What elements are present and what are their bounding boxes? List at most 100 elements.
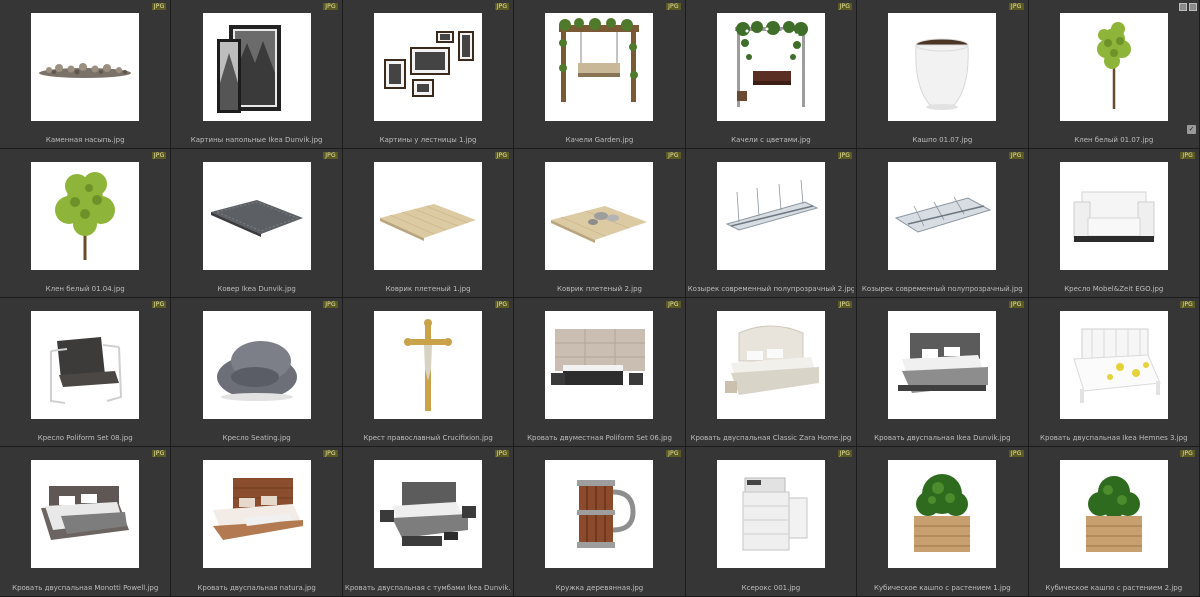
thumbnail-cell[interactable]: JPG Каменная насыпь.jpg (0, 0, 172, 149)
thumbnail-cell[interactable]: JPG Кровать двуспальная Classic Zara Home… (685, 298, 858, 447)
crucifix-thumbnail[interactable] (374, 311, 483, 419)
bed-classic-thumbnail[interactable] (716, 311, 825, 419)
stone-pile-thumbnail[interactable] (31, 13, 140, 121)
bed-dunvik-icon (898, 333, 989, 393)
thumbnail-cell[interactable]: JPG Кресло Mobel&Zeit EGO.jpg (1028, 149, 1200, 298)
file-name-label: Кубическое кашпо с растением 2.jpg (1045, 584, 1183, 592)
thumbnail-cell[interactable]: JPG Кубическое кашпо с растением 1.jpg (857, 447, 1029, 597)
file-name-label: Кровать двуспальная с тумбами Ikea Dunvi… (344, 584, 512, 592)
thumbnail-cell[interactable]: JPG Кашпо 01.07.jpg (857, 0, 1029, 149)
thumbnail-cell[interactable]: JPG Картины напольные Ikea Dunvik.jpg (171, 0, 343, 149)
file-name-label: Кровать двуспальная Ikea Hemnes 3.jpg (1040, 434, 1188, 442)
thumbnail-cell[interactable]: JPG Кровать двуспальная Ikea Hemnes 3.jpg (1028, 298, 1200, 447)
copier-thumbnail[interactable] (716, 460, 825, 568)
file-type-badge: JPG (494, 3, 510, 10)
canopy-thumbnail[interactable] (716, 162, 825, 270)
file-name-label: Каменная насыпь.jpg (45, 136, 125, 144)
thumbnail-cell[interactable]: JPG Качели с цветами.jpg (685, 0, 858, 149)
bed-powell-icon (41, 486, 130, 540)
file-type-badge: JPG (837, 3, 853, 10)
file-type-badge: JPG (494, 152, 510, 159)
canopy-icon (725, 179, 819, 231)
stone-pile-icon (39, 63, 132, 78)
thumbnail-cell[interactable]: JPG Картины у лестницы 1.jpg (342, 0, 515, 149)
cube-planter-thumbnail[interactable] (888, 460, 997, 568)
thumbnail-cell[interactable]: JPG Ксерокс 001.jpg (685, 447, 858, 597)
woven-mat-icon (380, 204, 477, 241)
thumbnail-cell[interactable]: JPG Ковер Ikea Dunvik.jpg (171, 149, 343, 298)
thumbnail-cell[interactable]: JPG Козырек современный полупрозрачный 2.… (685, 149, 858, 298)
white-maple-tree-2-thumbnail[interactable] (31, 162, 140, 270)
bed-panel-thumbnail[interactable] (545, 311, 654, 419)
bed-classic-icon (724, 325, 819, 395)
thumbnail-cell[interactable]: JPG Кровать двуспальная Monotti Powell.jp… (0, 447, 172, 597)
file-type-badge: JPG (1008, 301, 1024, 308)
file-type-badge: JPG (1008, 152, 1024, 159)
file-type-badge: JPG (666, 3, 681, 10)
file-type-badge: JPG (151, 450, 167, 457)
thumbnail-cell[interactable]: JPG Кружка деревянная.jpg (514, 447, 686, 597)
canopy-2-thumbnail[interactable] (888, 162, 997, 270)
bed-panel-icon (551, 329, 646, 385)
thumbnail-cell[interactable]: JPG Качели Garden.jpg (514, 0, 686, 149)
lounge-chair-thumbnail[interactable] (31, 311, 140, 419)
select-checkbox[interactable]: ✓ (1187, 125, 1196, 134)
file-name-label: Кресло Poliform Set 08.jpg (37, 434, 133, 442)
file-name-label: Крест православный Crucifixion.jpg (363, 434, 493, 442)
thumbnail-grid: JPG Каменная насыпь.jpg JPG Картины напольн… (0, 0, 1200, 597)
copy-icon[interactable] (1179, 3, 1187, 11)
floor-paintings-thumbnail[interactable] (202, 13, 311, 121)
file-type-badge: JPG (323, 152, 338, 159)
thumbnail-cell[interactable]: JPG Кровать двуспальная natura.jpg (171, 447, 343, 597)
bed-dunvik-thumbnail[interactable] (888, 311, 997, 419)
bed-natura-thumbnail[interactable] (202, 460, 311, 568)
file-type-badge: JPG (151, 152, 167, 159)
garden-swing-thumbnail[interactable] (545, 13, 654, 121)
thumbnail-cell[interactable]: ✓ Клен белый 01.07.jpg (1028, 0, 1200, 149)
file-name-label: Коврик плетеный 1.jpg (385, 285, 471, 293)
bed-nightstands-icon (380, 482, 477, 546)
file-type-badge: JPG (151, 3, 167, 10)
white-maple-tree-thumbnail[interactable] (1059, 13, 1168, 121)
thumbnail-cell[interactable]: JPG Кровать двуспальная Ikea Dunvik.jpg (857, 298, 1029, 447)
edit-icon[interactable] (1189, 3, 1197, 11)
flower-swing-thumbnail[interactable] (716, 13, 825, 121)
thumbnail-cell[interactable]: JPG Козырек современный полупрозрачный.jp… (857, 149, 1029, 298)
file-type-badge: JPG (494, 301, 510, 308)
thumbnail-cell[interactable]: JPG Крест православный Crucifixion.jpg (342, 298, 515, 447)
thumbnail-cell[interactable]: JPG Коврик плетеный 2.jpg (514, 149, 686, 298)
thumbnail-cell[interactable]: JPG Коврик плетеный 1.jpg (342, 149, 515, 298)
bed-hemnes-thumbnail[interactable] (1059, 311, 1168, 419)
bed-nightstands-thumbnail[interactable] (374, 460, 483, 568)
file-type-badge: JPG (323, 301, 338, 308)
grey-rug-thumbnail[interactable] (202, 162, 311, 270)
white-armchair-thumbnail[interactable] (1059, 162, 1168, 270)
file-name-label: Качели с цветами.jpg (731, 136, 811, 144)
file-type-badge: JPG (1008, 450, 1024, 457)
file-type-badge: JPG (1180, 450, 1195, 457)
stair-paintings-icon (384, 31, 475, 97)
thumbnail-cell[interactable]: JPG Клен белый 01.04.jpg (0, 149, 172, 298)
file-name-label: Ксерокс 001.jpg (741, 584, 801, 592)
file-name-label: Кровать двуспальная natura.jpg (197, 584, 316, 592)
stair-paintings-thumbnail[interactable] (374, 13, 483, 121)
floor-paintings-icon (216, 25, 281, 113)
thumbnail-cell[interactable]: JPG Кресло Poliform Set 08.jpg (0, 298, 172, 447)
file-type-badge: JPG (837, 152, 853, 159)
thumbnail-cell[interactable]: JPG Кровать двуместная Poliform Set 06.jp… (514, 298, 686, 447)
file-name-label: Качели Garden.jpg (565, 136, 634, 144)
file-type-badge: JPG (837, 450, 853, 457)
woven-mat-2-thumbnail[interactable] (545, 162, 654, 270)
file-name-label: Кружка деревянная.jpg (555, 584, 644, 592)
file-name-label: Кровать двуспальная Ikea Dunvik.jpg (874, 434, 1011, 442)
white-planter-thumbnail[interactable] (888, 13, 997, 121)
woven-mat-thumbnail[interactable] (374, 162, 483, 270)
thumbnail-cell[interactable]: JPG Кубическое кашпо с растением 2.jpg (1028, 447, 1200, 597)
bean-bag-thumbnail[interactable] (202, 311, 311, 419)
wooden-mug-thumbnail[interactable] (545, 460, 654, 568)
cube-planter-2-thumbnail[interactable] (1059, 460, 1168, 568)
thumbnail-cell[interactable]: JPG Кресло Seating.jpg (171, 298, 343, 447)
canopy-2-icon (895, 196, 992, 233)
bed-powell-thumbnail[interactable] (31, 460, 140, 568)
thumbnail-cell[interactable]: JPG Кровать двуспальная с тумбами Ikea Du… (342, 447, 515, 597)
